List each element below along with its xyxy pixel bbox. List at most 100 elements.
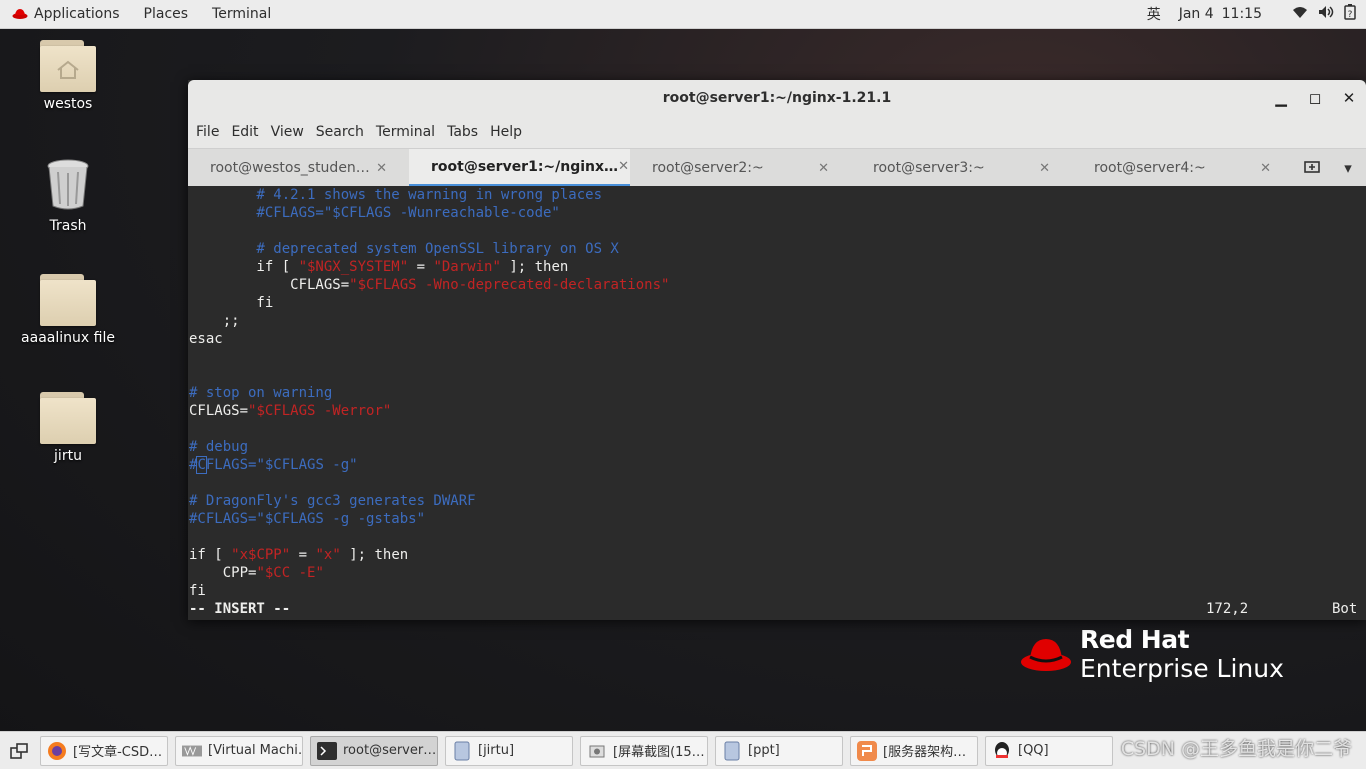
desktop-icon-label: jirtu	[54, 448, 82, 464]
show-desktop-icon[interactable]	[4, 736, 34, 766]
menu-view[interactable]: View	[265, 124, 310, 140]
clock-time: 11:15	[1221, 6, 1262, 22]
code-line: ;;	[189, 313, 240, 329]
tab-server4[interactable]: root@server4:~ ✕	[1072, 149, 1293, 187]
wps-icon	[857, 740, 877, 761]
taskbar-item-label: [屏幕截图(15…	[613, 745, 705, 760]
tab-close-icon[interactable]: ✕	[376, 161, 387, 176]
redhat-hat-icon	[1021, 639, 1071, 671]
tab-server2[interactable]: root@server2:~ ✕	[630, 149, 851, 187]
new-tab-icon[interactable]	[1294, 159, 1330, 177]
desktop-icon-label: aaaalinux file	[21, 330, 115, 346]
desktop-icon-aaaalinux[interactable]: aaaalinux file	[18, 274, 118, 346]
terminal-content[interactable]: # 4.2.1 shows the warning in wrong place…	[188, 186, 1366, 620]
desktop-icon-home[interactable]: westos	[18, 40, 118, 112]
close-icon[interactable]: ✕	[1332, 89, 1366, 107]
taskbar-item-ppt[interactable]: [ppt]	[715, 735, 843, 766]
csdn-watermark: CSDN @王多鱼我是你二爷	[1120, 738, 1352, 760]
redhat-logo: Red Hat Enterprise Linux	[1020, 626, 1284, 684]
tab-close-icon[interactable]: ✕	[1260, 161, 1271, 176]
menu-edit[interactable]: Edit	[225, 124, 264, 140]
tab-close-icon[interactable]: ✕	[1039, 161, 1050, 176]
code-line: # deprecated system OpenSSL library on O…	[189, 241, 619, 257]
menu-help[interactable]: Help	[484, 124, 528, 140]
home-folder-icon	[40, 40, 96, 92]
code-line: #CFLAGS="$CFLAGS -Wunreachable-code"	[189, 205, 560, 221]
brand-line2: Enterprise Linux	[1080, 654, 1284, 683]
taskbar-item-label: [jirtu]	[478, 743, 515, 758]
text-cursor: C	[196, 456, 207, 474]
virt-manager-icon	[182, 741, 202, 761]
svg-text:?: ?	[1348, 10, 1353, 20]
window-title: root@server1:~/nginx-1.21.1	[662, 90, 892, 106]
code-line: fi	[189, 583, 206, 599]
code-line: CFLAGS="$CFLAGS -Wno-deprecated-declarat…	[189, 277, 670, 293]
vim-scroll-position: Bot	[1332, 601, 1358, 617]
code-line: CFLAGS="$CFLAGS -Werror"	[189, 403, 392, 419]
taskbar-item-firefox[interactable]: [写文章-CSD…	[40, 735, 168, 766]
code-line: #CFLAGS="$CFLAGS -g"	[189, 456, 358, 474]
code-line: #CFLAGS="$CFLAGS -g -gstabs"	[189, 511, 426, 527]
tab-close-icon[interactable]: ✕	[818, 161, 829, 176]
code-line: # stop on warning	[189, 385, 333, 401]
wifi-icon[interactable]	[1292, 5, 1308, 23]
desktop-icon-jirtu[interactable]: jirtu	[18, 392, 118, 464]
places-menu[interactable]: Places	[132, 0, 201, 28]
taskbar-item-terminal[interactable]: root@server…	[310, 735, 438, 766]
vim-cursor-position: 172,2	[1206, 601, 1249, 617]
taskbar-item-label: [ppt]	[748, 743, 780, 758]
maximize-icon[interactable]: ◻	[1298, 89, 1332, 107]
firefox-icon	[47, 741, 67, 761]
taskbar-item-screenshot[interactable]: [屏幕截图(15…	[580, 735, 708, 766]
vim-mode-indicator: -- INSERT --	[189, 601, 291, 617]
power-status-icon[interactable]: ?	[1344, 4, 1356, 24]
clock-date: Jan 4	[1178, 6, 1214, 22]
trash-icon	[47, 159, 89, 210]
desktop-icon-label: Trash	[49, 218, 87, 234]
taskbar-item-wps[interactable]: [服务器架构…	[850, 735, 978, 766]
redhat-icon	[12, 9, 28, 19]
taskbar-item-jirtu[interactable]: [jirtu]	[445, 735, 573, 766]
desktop-icon-label: westos	[43, 96, 93, 112]
qq-icon	[992, 741, 1012, 761]
file-manager-icon	[722, 741, 742, 761]
code-line: # DragonFly's gcc3 generates DWARF	[189, 493, 476, 509]
folder-icon	[40, 392, 96, 444]
taskbar-item-label: root@server…	[343, 743, 437, 758]
tab-westos-student[interactable]: root@westos_studen… ✕	[188, 149, 409, 187]
menu-search[interactable]: Search	[310, 124, 370, 140]
code-line: # 4.2.1 shows the warning in wrong place…	[189, 187, 603, 203]
taskbar-item-label: [QQ]	[1018, 743, 1049, 758]
menu-file[interactable]: File	[190, 124, 225, 140]
top-panel: Applications Places Terminal 英 Jan 4 11:1…	[0, 0, 1366, 29]
volume-icon[interactable]	[1318, 5, 1334, 23]
clock[interactable]: Jan 4 11:15	[1179, 6, 1262, 22]
brand-line1: Red Hat	[1080, 625, 1190, 654]
taskbar-item-virt-manager[interactable]: [Virtual Machi…	[175, 735, 303, 766]
taskbar-item-qq[interactable]: [QQ]	[985, 735, 1113, 766]
tab-server3[interactable]: root@server3:~ ✕	[851, 149, 1072, 187]
code-line: CPP="$CC -E"	[189, 565, 324, 581]
tab-label: root@server3:~	[873, 160, 985, 176]
input-method-indicator[interactable]: 英	[1147, 4, 1161, 24]
tab-label: root@westos_studen…	[210, 160, 370, 176]
tab-close-icon[interactable]: ✕	[618, 159, 629, 174]
tab-label: root@server1:~/nginx…	[431, 158, 619, 175]
code-line: if [ "$NGX_SYSTEM" = "Darwin" ]; then	[189, 259, 569, 275]
screenshot-icon	[587, 741, 607, 761]
applications-menu[interactable]: Applications	[0, 0, 132, 28]
window-titlebar[interactable]: root@server1:~/nginx-1.21.1 ▁ ◻ ✕	[188, 80, 1366, 116]
taskbar-item-label: [写文章-CSD…	[73, 745, 163, 760]
terminal-app-menu[interactable]: Terminal	[200, 0, 283, 28]
minimize-icon[interactable]: ▁	[1264, 89, 1298, 107]
terminal-icon	[317, 741, 337, 761]
desktop-icon-trash[interactable]: Trash	[18, 158, 118, 234]
menu-terminal[interactable]: Terminal	[370, 124, 441, 140]
taskbar-item-label: [服务器架构…	[883, 745, 967, 760]
tab-list-chevron-down-icon[interactable]: ▾	[1330, 159, 1366, 177]
tab-server1[interactable]: root@server1:~/nginx… ✕	[409, 149, 630, 187]
menubar: File Edit View Search Terminal Tabs Help	[188, 116, 1366, 149]
tab-bar: root@westos_studen… ✕ root@server1:~/ngin…	[188, 149, 1366, 188]
menu-tabs[interactable]: Tabs	[441, 124, 484, 140]
file-manager-icon	[452, 741, 472, 761]
